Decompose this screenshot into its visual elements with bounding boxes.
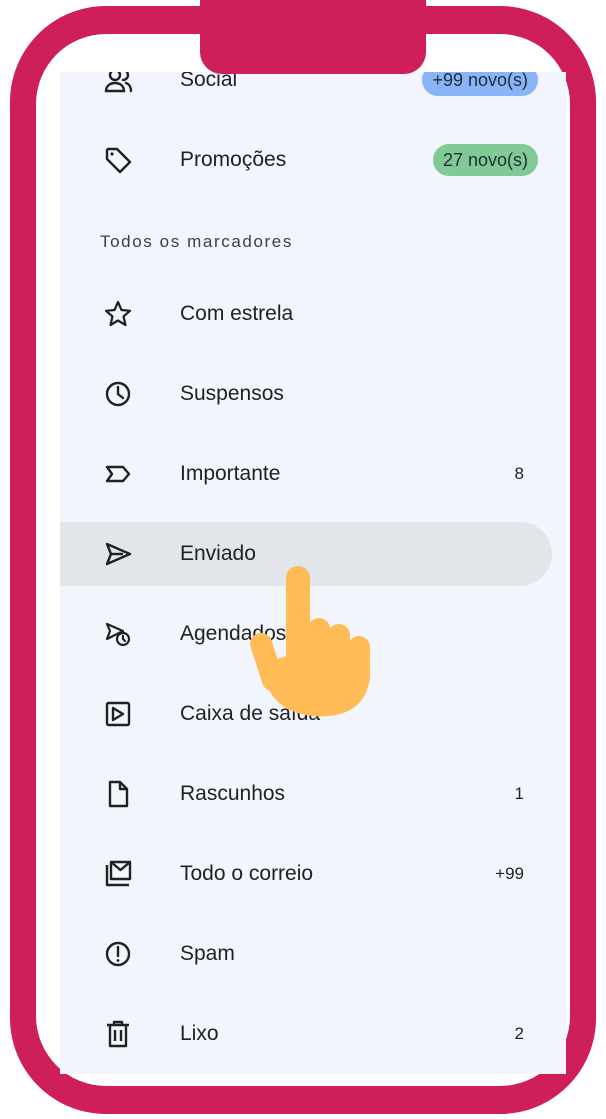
drawer-item-label: Enviado xyxy=(180,542,256,565)
outbox-icon xyxy=(100,696,136,732)
spam-icon xyxy=(100,936,136,972)
drawer-item-label: Spam xyxy=(180,942,235,965)
unread-badge: +99 novo(s) xyxy=(422,72,538,96)
drawer-item-social[interactable]: Social +99 novo(s) xyxy=(60,72,566,112)
tag-icon xyxy=(100,142,136,178)
drawer-item-all-mail[interactable]: Todo o correio +99 xyxy=(60,842,566,906)
item-count: 8 xyxy=(514,464,524,483)
unread-badge: 27 novo(s) xyxy=(432,144,538,176)
clock-icon xyxy=(100,376,136,412)
drawer-item-label: Promoções xyxy=(180,148,287,171)
drawer-item-label: Rascunhos xyxy=(180,782,286,805)
phone-notch xyxy=(200,0,426,74)
drawer-item-label: Social xyxy=(180,72,238,91)
pointing-hand-icon xyxy=(250,566,370,717)
item-count: 2 xyxy=(514,1024,524,1043)
drawer-item-trash[interactable]: Lixo 2 xyxy=(60,1002,566,1066)
drawer-item-label: Com estrela xyxy=(180,302,294,325)
drawer-item-starred[interactable]: Com estrela xyxy=(60,282,566,346)
section-heading: Todos os marcadores xyxy=(100,232,293,251)
drawer-item-spam[interactable]: Spam xyxy=(60,922,566,986)
important-icon xyxy=(100,456,136,492)
drawer-item-promocoes[interactable]: Promoções 27 novo(s) xyxy=(60,128,566,192)
drawer-item-drafts[interactable]: Rascunhos 1 xyxy=(60,762,566,826)
drawer-item-label: Suspensos xyxy=(180,382,284,405)
item-count: 1 xyxy=(514,784,524,803)
drawer-item-label: Lixo xyxy=(180,1022,219,1045)
drawer-item-label: Importante xyxy=(180,462,281,485)
send-icon xyxy=(100,536,136,572)
drawer-item-snoozed[interactable]: Suspensos xyxy=(60,362,566,426)
draft-icon xyxy=(100,776,136,812)
people-icon xyxy=(100,72,136,98)
item-count: +99 xyxy=(495,864,524,883)
trash-icon xyxy=(100,1016,136,1052)
all-mail-icon xyxy=(100,856,136,892)
scheduled-send-icon xyxy=(100,616,136,652)
star-icon xyxy=(100,296,136,332)
drawer-item-label: Todo o correio xyxy=(180,862,314,885)
drawer-item-important[interactable]: Importante 8 xyxy=(60,442,566,506)
